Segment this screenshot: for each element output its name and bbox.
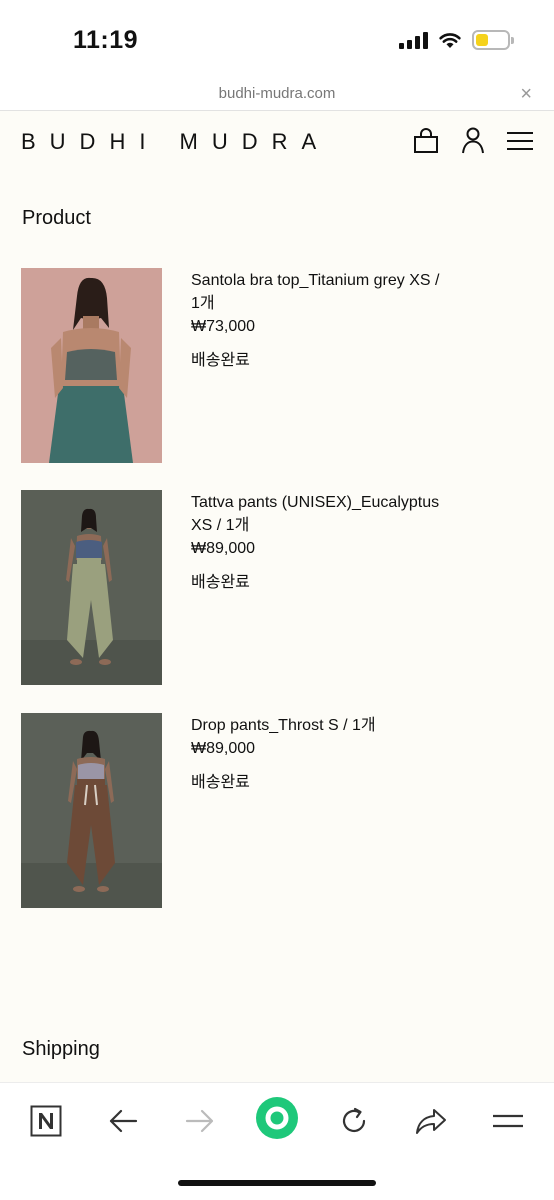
status-bar: 11:19 — [0, 0, 554, 80]
delivery-status: 배송완료 — [191, 352, 250, 369]
product-name-cont[interactable]: XS / 1개 — [191, 514, 451, 537]
green-home-icon[interactable] — [256, 1097, 298, 1139]
product-info: Santola bra top_Titanium grey XS / 1개 ₩7… — [191, 269, 451, 372]
close-icon[interactable]: × — [520, 83, 532, 106]
product-name[interactable]: Drop pants_Throst S / 1개 — [191, 714, 451, 737]
url-bar[interactable]: budhi-mudra.com × — [0, 80, 554, 111]
product-item[interactable]: Tattva pants (UNISEX)_Eucalyptus XS / 1개… — [21, 490, 521, 685]
product-image[interactable] — [21, 713, 162, 908]
back-arrow-icon[interactable] — [103, 1101, 143, 1141]
product-price: ₩89,000 — [191, 540, 256, 557]
bag-icon[interactable] — [411, 126, 441, 156]
product-info: Tattva pants (UNISEX)_Eucalyptus XS / 1개… — [191, 491, 451, 594]
site-logo[interactable]: BUDHI MUDRA — [21, 129, 330, 155]
product-name-cont[interactable]: 1개 — [191, 292, 451, 315]
share-icon[interactable] — [411, 1101, 451, 1141]
product-name[interactable]: Santola bra top_Titanium grey XS / — [191, 269, 451, 292]
site-header: BUDHI MUDRA — [0, 112, 554, 172]
home-indicator — [178, 1180, 376, 1186]
status-icons — [399, 30, 514, 50]
product-info: Drop pants_Throst S / 1개 ₩89,000 배송완료 — [191, 714, 451, 794]
forward-arrow-icon[interactable] — [180, 1101, 220, 1141]
product-section-title: Product — [22, 207, 91, 229]
battery-icon — [472, 30, 514, 50]
status-time: 11:19 — [73, 26, 139, 54]
product-image[interactable] — [21, 490, 162, 685]
wifi-icon — [439, 33, 461, 48]
product-item[interactable]: Santola bra top_Titanium grey XS / 1개 ₩7… — [21, 268, 521, 463]
product-name[interactable]: Tattva pants (UNISEX)_Eucalyptus — [191, 491, 451, 514]
delivery-status: 배송완료 — [191, 774, 250, 791]
refresh-icon[interactable] — [334, 1101, 374, 1141]
product-price: ₩89,000 — [191, 740, 256, 757]
signal-icon — [399, 31, 428, 49]
user-icon[interactable] — [458, 126, 488, 156]
url-text[interactable]: budhi-mudra.com — [0, 85, 554, 102]
product-price: ₩73,000 — [191, 318, 256, 335]
product-image[interactable] — [21, 268, 162, 463]
shipping-section-title: Shipping — [22, 1038, 100, 1060]
product-item[interactable]: Drop pants_Throst S / 1개 ₩89,000 배송완료 — [21, 713, 521, 908]
naver-logo-icon[interactable] — [26, 1101, 66, 1141]
menu-icon[interactable] — [505, 126, 535, 156]
menu-icon[interactable] — [488, 1101, 528, 1141]
delivery-status: 배송완료 — [191, 574, 250, 591]
